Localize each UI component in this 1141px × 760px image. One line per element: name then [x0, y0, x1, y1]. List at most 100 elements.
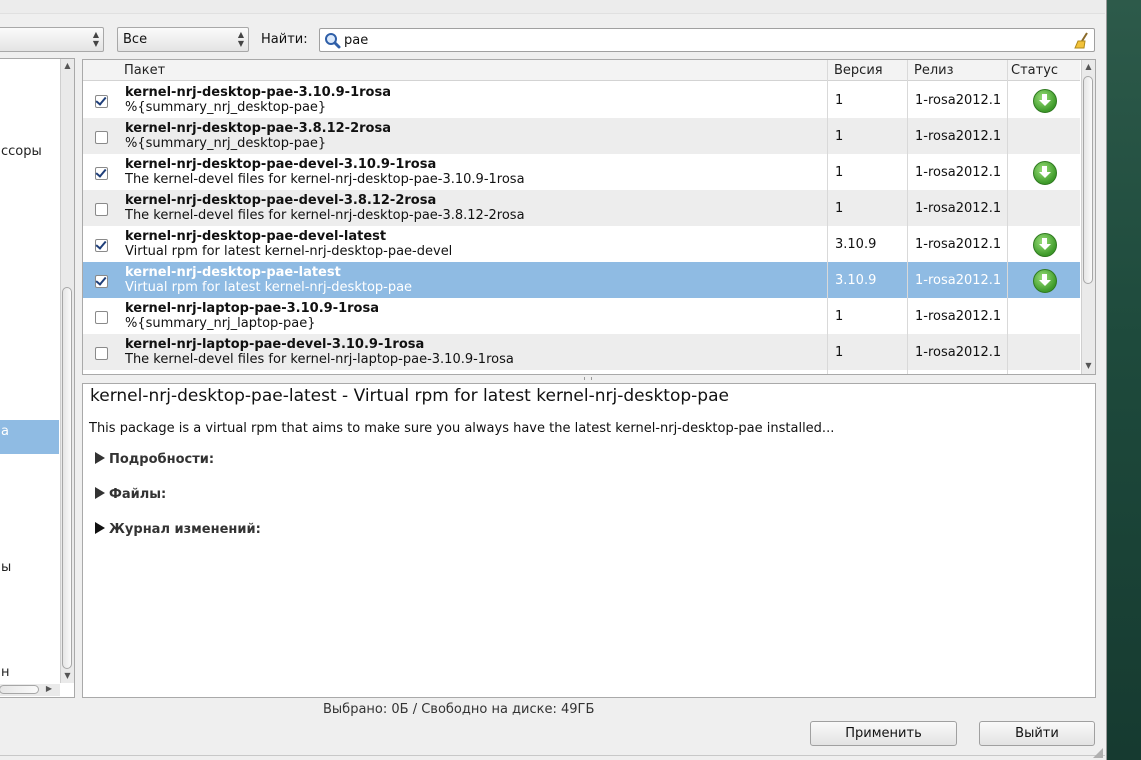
- category-item[interactable]: н: [1, 665, 10, 680]
- package-name: kernel-nrj-desktop-pae-3.8.12-2rosa: [125, 121, 391, 136]
- section-label: Файлы:: [109, 487, 167, 502]
- status-filter-combo[interactable]: Все ▲ ▼: [117, 27, 249, 52]
- changelog-section-expander[interactable]: Журнал изменений:: [95, 522, 261, 537]
- table-row[interactable]: kernel-nrj-laptop-pae-3.10.9-1rosa %{summ…: [83, 298, 1080, 334]
- package-checkbox[interactable]: [95, 275, 108, 288]
- splitter-grip[interactable]: [584, 377, 592, 380]
- disk-status-text: Выбрано: 0Б / Свободно на диске: 49ГБ: [323, 702, 595, 717]
- table-row[interactable]: kernel-nrj-desktop-pae-latest Virtual rpm…: [83, 262, 1080, 298]
- expand-triangle-icon: [95, 522, 105, 534]
- package-name: kernel-nrj-laptop-pae-devel-3.10.9-1rosa: [125, 337, 425, 352]
- scroll-thumb[interactable]: [62, 287, 72, 669]
- category-tree[interactable]: ссоры а ы н ▲ ▼ ▶: [0, 58, 75, 698]
- category-item[interactable]: ы: [1, 560, 11, 575]
- horizontal-scrollbar[interactable]: ▶: [0, 684, 60, 696]
- package-version: 1: [835, 309, 844, 324]
- table-header: Пакет Версия Релиз Статус: [83, 60, 1080, 81]
- updown-arrows-icon: ▲ ▼: [92, 30, 99, 48]
- table-row[interactable]: kernel-nrj-laptop-pae-devel-3.10.9-1rosa…: [83, 334, 1080, 370]
- category-item[interactable]: ссоры: [1, 144, 42, 159]
- package-summary: Virtual rpm for latest kernel-nrj-deskto…: [125, 280, 413, 295]
- search-value: pae: [344, 33, 369, 48]
- package-details-panel: kernel-nrj-desktop-pae-latest - Virtual …: [82, 383, 1096, 698]
- details-description: This package is a virtual rpm that aims …: [89, 421, 835, 436]
- package-checkbox[interactable]: [95, 239, 108, 252]
- column-divider: [827, 60, 828, 374]
- column-header-status[interactable]: Статус: [1011, 63, 1058, 78]
- title-strip: [0, 0, 1105, 14]
- package-version: 1: [835, 129, 844, 144]
- package-release: 1-rosa2012.1: [915, 237, 1002, 252]
- column-header-release[interactable]: Релиз: [914, 63, 954, 78]
- apply-button[interactable]: Применить: [810, 721, 957, 746]
- broom-icon[interactable]: [1074, 32, 1090, 49]
- files-section-expander[interactable]: Файлы:: [95, 487, 166, 502]
- package-checkbox[interactable]: [95, 95, 108, 108]
- expand-triangle-icon: [95, 452, 105, 464]
- rpmdrake-window: ▲ ▼ Все ▲ ▼ Найти: pae ссоры а ы н ▲ ▼ ▶…: [0, 0, 1107, 760]
- package-summary: The kernel-devel files for kernel-nrj-de…: [125, 172, 525, 187]
- bottom-divider: [0, 755, 1105, 756]
- expand-triangle-icon: [95, 487, 105, 499]
- package-checkbox[interactable]: [95, 167, 108, 180]
- packages-table[interactable]: Пакет Версия Релиз Статус kernel-nrj-des…: [82, 59, 1096, 375]
- package-release: 1-rosa2012.1: [915, 93, 1002, 108]
- find-label: Найти:: [261, 32, 308, 47]
- scroll-up-icon[interactable]: ▲: [1082, 62, 1095, 71]
- package-version: 1: [835, 165, 844, 180]
- package-summary: The kernel-devel files for kernel-nrj-la…: [125, 352, 514, 367]
- package-name: kernel-nrj-desktop-pae-devel-3.8.12-2ros…: [125, 193, 437, 208]
- package-version: 1: [835, 201, 844, 216]
- package-checkbox[interactable]: [95, 347, 108, 360]
- package-summary: Virtual rpm for latest kernel-nrj-deskto…: [125, 244, 453, 259]
- scroll-up-icon[interactable]: ▲: [61, 61, 74, 70]
- package-summary: %{summary_nrj_laptop-pae}: [125, 316, 316, 331]
- package-release: 1-rosa2012.1: [915, 309, 1002, 324]
- pane-splitter[interactable]: [80, 376, 1096, 382]
- package-version: 1: [835, 345, 844, 360]
- column-header-version[interactable]: Версия: [834, 63, 883, 78]
- package-release: 1-rosa2012.1: [915, 345, 1002, 360]
- package-checkbox[interactable]: [95, 311, 108, 324]
- table-row[interactable]: kernel-nrj-desktop-pae-devel-latest Virtu…: [83, 226, 1080, 262]
- table-vertical-scrollbar[interactable]: ▲ ▼: [1081, 60, 1095, 374]
- column-header-package[interactable]: Пакет: [124, 63, 165, 78]
- package-release: 1-rosa2012.1: [915, 165, 1002, 180]
- column-divider: [1007, 60, 1008, 374]
- package-release: 1-rosa2012.1: [915, 129, 1002, 144]
- group-combo[interactable]: ▲ ▼: [0, 27, 104, 52]
- package-name: kernel-nrj-desktop-pae-3.10.9-1rosa: [125, 85, 391, 100]
- package-checkbox[interactable]: [95, 131, 108, 144]
- package-version: 1: [835, 93, 844, 108]
- download-icon: [1033, 233, 1057, 257]
- status-filter-value: Все: [123, 32, 148, 47]
- package-checkbox[interactable]: [95, 203, 108, 216]
- scroll-thumb[interactable]: [1083, 76, 1093, 284]
- category-item-selected[interactable]: а: [0, 420, 59, 454]
- table-row[interactable]: kernel-nrj-desktop-pae-devel-3.10.9-1ros…: [83, 154, 1080, 190]
- package-summary: The kernel-devel files for kernel-nrj-de…: [125, 208, 525, 223]
- section-label: Журнал изменений:: [109, 522, 261, 537]
- scroll-down-icon[interactable]: ▼: [61, 671, 74, 680]
- table-row[interactable]: kernel-nrj-desktop-pae-3.10.9-1rosa %{sum…: [83, 82, 1080, 118]
- updown-arrows-icon: ▲ ▼: [237, 30, 244, 48]
- details-section-expander[interactable]: Подробности:: [95, 452, 214, 467]
- resize-grip-icon[interactable]: [1093, 748, 1103, 758]
- package-version: 3.10.9: [835, 237, 877, 252]
- scroll-down-icon[interactable]: ▼: [1082, 361, 1095, 370]
- scroll-right-icon[interactable]: ▶: [44, 684, 54, 693]
- search-input[interactable]: pae: [319, 28, 1095, 52]
- category-item-label: а: [1, 424, 9, 439]
- package-name: kernel-nrj-desktop-pae-devel-3.10.9-1ros…: [125, 157, 437, 172]
- download-icon: [1033, 89, 1057, 113]
- table-row[interactable]: kernel-nrj-desktop-pae-3.8.12-2rosa %{sum…: [83, 118, 1080, 154]
- section-label: Подробности:: [109, 452, 215, 467]
- vertical-scrollbar[interactable]: ▲ ▼: [60, 59, 74, 683]
- table-row[interactable]: kernel-nrj-desktop-pae-devel-3.8.12-2ros…: [83, 190, 1080, 226]
- download-icon: [1033, 269, 1057, 293]
- package-version: 3.10.9: [835, 273, 877, 288]
- hscroll-thumb[interactable]: [0, 685, 39, 694]
- quit-button[interactable]: Выйти: [979, 721, 1095, 746]
- package-summary: %{summary_nrj_desktop-pae}: [125, 136, 327, 151]
- details-title: kernel-nrj-desktop-pae-latest - Virtual …: [90, 386, 729, 406]
